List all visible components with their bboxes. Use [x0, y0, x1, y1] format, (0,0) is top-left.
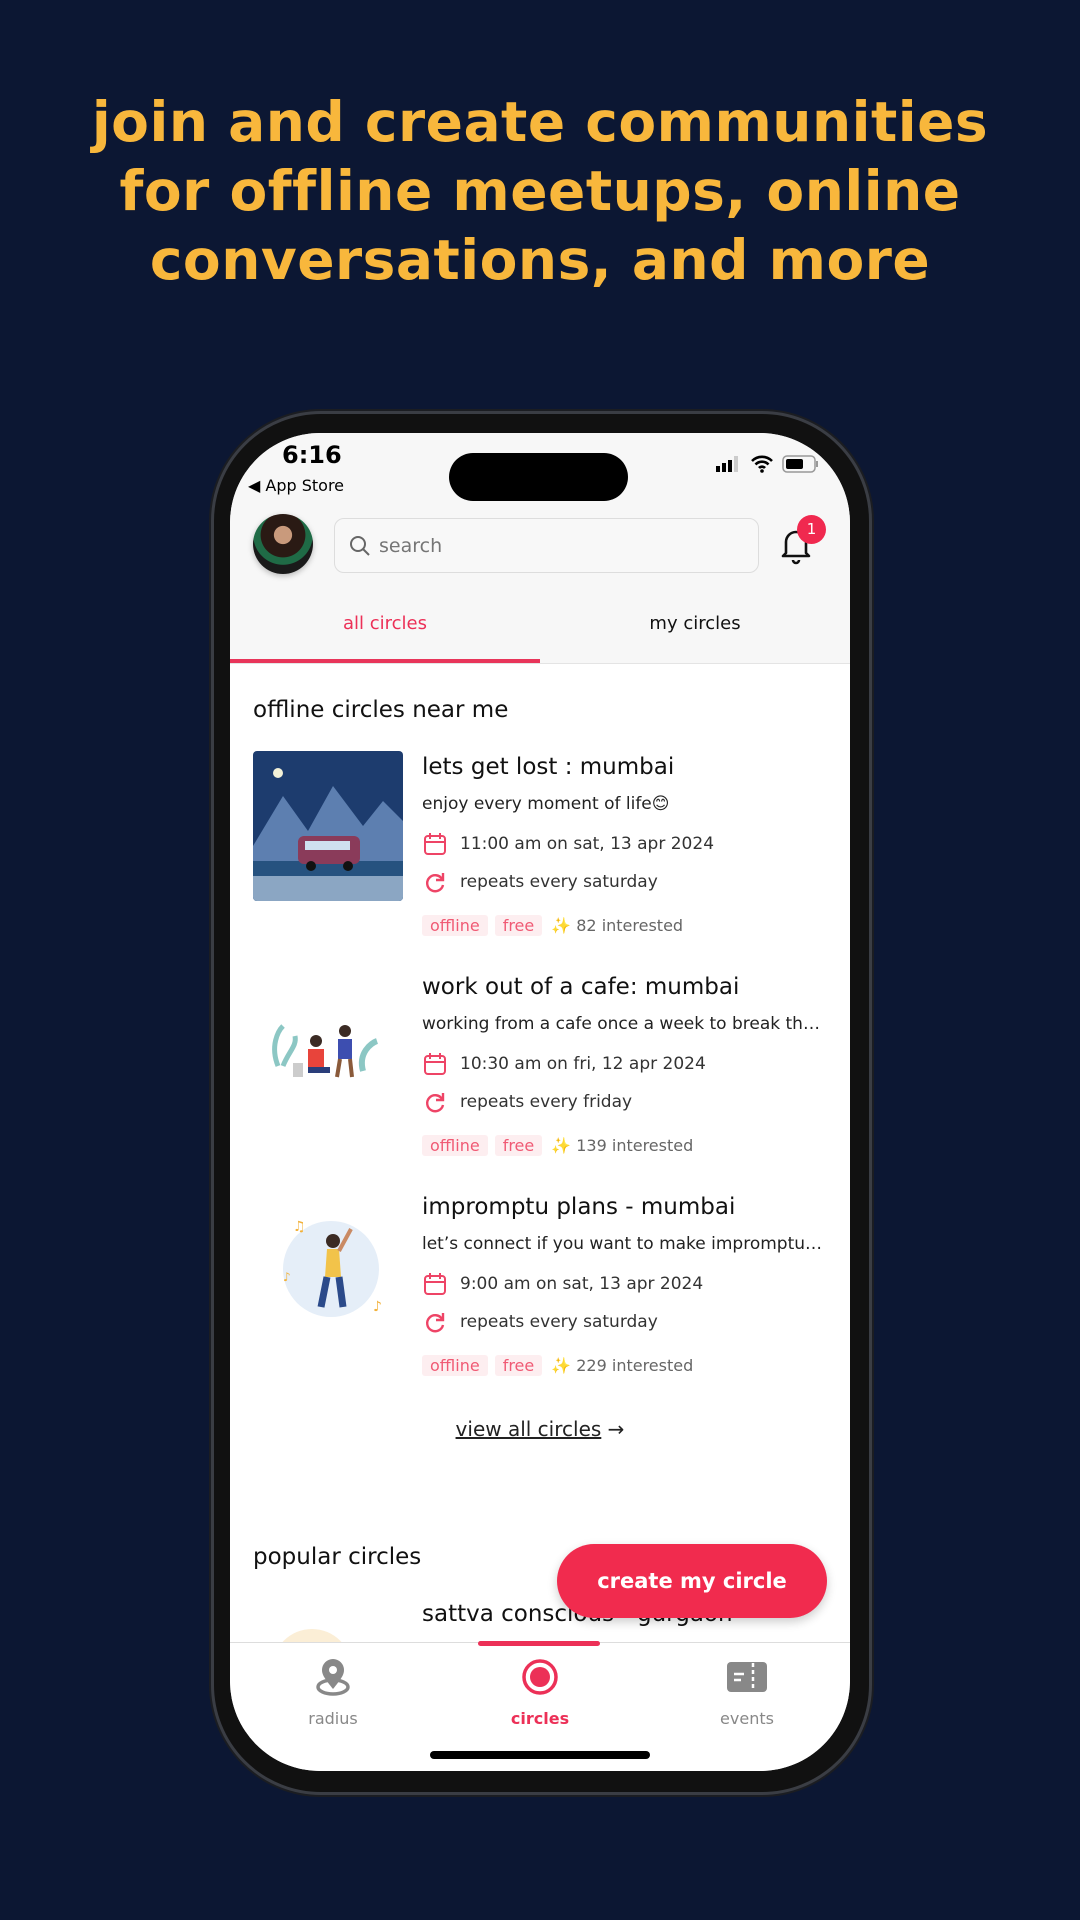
- circle-thumbnail-dance: ♫ ♪ ♪: [253, 1191, 403, 1341]
- circle-description: enjoy every moment of life😊: [422, 794, 670, 814]
- section-offline-title: offline circles near me: [253, 697, 509, 723]
- arrow-right-icon: →: [601, 1417, 625, 1441]
- svg-text:♪: ♪: [373, 1299, 382, 1315]
- search-input[interactable]: [379, 534, 739, 557]
- phone-screen: 6:16 ◀ App Store 1 all circles my circle…: [230, 433, 850, 1771]
- circle-tags: offline free ✨ 82 interested: [422, 915, 683, 936]
- repeat-icon: [426, 1313, 445, 1333]
- circle-card[interactable]: lets get lost : mumbai enjoy every momen…: [230, 751, 850, 961]
- tag-free: free: [494, 1135, 543, 1156]
- tab-all-circles[interactable]: all circles: [230, 613, 540, 634]
- repeat-icon: [426, 1093, 445, 1113]
- tab-my-circles[interactable]: my circles: [540, 613, 850, 634]
- nav-events[interactable]: events: [644, 1657, 850, 1728]
- svg-text:♪: ♪: [283, 1270, 291, 1284]
- search-box[interactable]: [334, 518, 759, 573]
- repeat-icon: [426, 873, 445, 893]
- profile-avatar[interactable]: [253, 514, 313, 574]
- nav-radius[interactable]: radius: [230, 1657, 436, 1728]
- tag-offline: offline: [422, 1135, 488, 1156]
- home-indicator[interactable]: [430, 1751, 650, 1759]
- circle-tags: offline free ✨ 139 interested: [422, 1135, 693, 1156]
- circle-date: 11:00 am on sat, 13 apr 2024: [460, 834, 715, 854]
- circle-card[interactable]: ♫ ♪ ♪ impromptu plans - mumbai let’s conne…: [230, 1191, 850, 1401]
- create-my-circle-button[interactable]: create my circle: [557, 1544, 827, 1618]
- circle-repeat-row: repeats every friday: [422, 1089, 632, 1115]
- circle-repeat: repeats every friday: [460, 1092, 633, 1112]
- circle-title[interactable]: impromptu plans - mumbai: [422, 1194, 735, 1220]
- circle-date-row: 10:30 am on fri, 12 apr 2024: [422, 1051, 706, 1077]
- tag-offline: offline: [422, 1355, 488, 1376]
- circle-card[interactable]: work out of a cafe: mumbai working from …: [230, 971, 850, 1181]
- nav-active-indicator: [478, 1641, 600, 1646]
- interested-count: ✨ 139 interested: [551, 1136, 694, 1155]
- svg-text:♫: ♫: [293, 1219, 306, 1235]
- status-icons: [716, 455, 820, 473]
- divider: [230, 663, 850, 664]
- circle-repeat-row: repeats every saturday: [422, 869, 658, 895]
- interested-count: ✨ 229 interested: [551, 1356, 694, 1375]
- battery-icon: [782, 455, 818, 473]
- calendar-icon: [424, 833, 446, 855]
- circle-title[interactable]: lets get lost : mumbai: [422, 754, 674, 780]
- circle-tags: offline free ✨ 229 interested: [422, 1355, 693, 1376]
- circle-repeat: repeats every saturday: [460, 1312, 658, 1332]
- circle-thumbnail-cafe: [253, 971, 403, 1121]
- tag-free: free: [494, 1355, 543, 1376]
- dynamic-island: [449, 453, 628, 501]
- location-radius-icon: [316, 1659, 350, 1696]
- view-all-circles-link[interactable]: view all circles →: [230, 1417, 850, 1441]
- circle-description: working from a cafe once a week to break…: [422, 1014, 827, 1034]
- search-icon: [350, 535, 370, 556]
- tag-free: free: [494, 915, 543, 936]
- status-time: 6:16: [282, 441, 342, 469]
- circle-date-row: 11:00 am on sat, 13 apr 2024: [422, 831, 714, 857]
- tag-offline: offline: [422, 915, 488, 936]
- calendar-icon: [424, 1273, 446, 1295]
- nav-circles[interactable]: circles: [437, 1657, 643, 1728]
- promo-headline: join and create communities for offline …: [91, 90, 989, 292]
- circle-date: 9:00 am on sat, 13 apr 2024: [460, 1274, 704, 1294]
- back-to-app-store[interactable]: ◀ App Store: [248, 476, 344, 495]
- wifi-icon: [751, 455, 773, 473]
- calendar-icon: [424, 1053, 446, 1075]
- circle-date: 10:30 am on fri, 12 apr 2024: [460, 1054, 706, 1074]
- circle-target-icon: [522, 1659, 558, 1695]
- circle-description: let’s connect if you want to make improm…: [422, 1234, 827, 1254]
- circle-title[interactable]: work out of a cafe: mumbai: [422, 974, 739, 1000]
- section-popular-title: popular circles: [253, 1544, 422, 1570]
- notification-badge: 1: [797, 515, 826, 544]
- circle-date-row: 9:00 am on sat, 13 apr 2024: [422, 1271, 703, 1297]
- circle-repeat-row: repeats every saturday: [422, 1309, 658, 1335]
- signal-icon: [716, 456, 738, 472]
- interested-count: ✨ 82 interested: [551, 916, 684, 935]
- circle-thumbnail-van: [253, 751, 403, 901]
- ticket-icon: [727, 1662, 767, 1692]
- circle-repeat: repeats every saturday: [460, 872, 658, 892]
